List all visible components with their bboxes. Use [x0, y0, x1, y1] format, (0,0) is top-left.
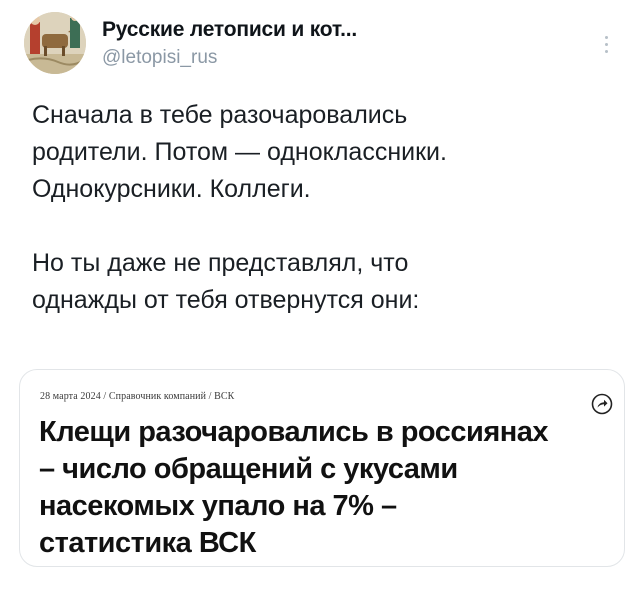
more-options-button[interactable] — [596, 26, 616, 62]
medieval-miniature-avatar-icon — [24, 12, 86, 74]
headline-line: насекомых упало на 7% – — [39, 490, 397, 522]
author-name[interactable]: Русские летописи и кот... — [102, 18, 357, 42]
tweet: Русские летописи и кот... @letopisi_rus … — [0, 0, 640, 590]
share-arrow-icon[interactable] — [591, 393, 613, 415]
article-headline[interactable]: Клещи разочаровались в россиянах – число… — [39, 414, 624, 562]
tweet-text-line: Но ты даже не представлял, что — [32, 249, 409, 277]
headline-line: статистика ВСК — [39, 527, 256, 559]
author-handle[interactable]: @letopisi_rus — [102, 47, 217, 69]
avatar[interactable] — [24, 12, 86, 74]
tweet-text: Сначала в тебе разочаровались родители. … — [32, 97, 622, 319]
headline-line: Клещи разочаровались в россиянах — [39, 416, 549, 448]
tweet-text-line: Однокурсники. Коллеги. — [32, 175, 311, 203]
vertical-ellipsis-icon — [604, 35, 608, 39]
tweet-text-line: однажды от тебя отвернутся они: — [32, 286, 420, 314]
headline-line: – число обращений с укусами — [39, 453, 458, 485]
embedded-article-card[interactable]: 28 марта 2024 / Справочник компаний / ВС… — [19, 369, 625, 567]
vertical-ellipsis-icon — [604, 49, 608, 53]
tweet-text-line: Сначала в тебе разочаровались — [32, 101, 408, 129]
article-breadcrumb[interactable]: 28 марта 2024 / Справочник компаний / ВС… — [40, 391, 234, 402]
vertical-ellipsis-icon — [604, 42, 608, 46]
tweet-text-line: родители. Потом — одноклассники. — [32, 138, 447, 166]
tweet-header: Русские летописи и кот... @letopisi_rus — [24, 12, 624, 74]
